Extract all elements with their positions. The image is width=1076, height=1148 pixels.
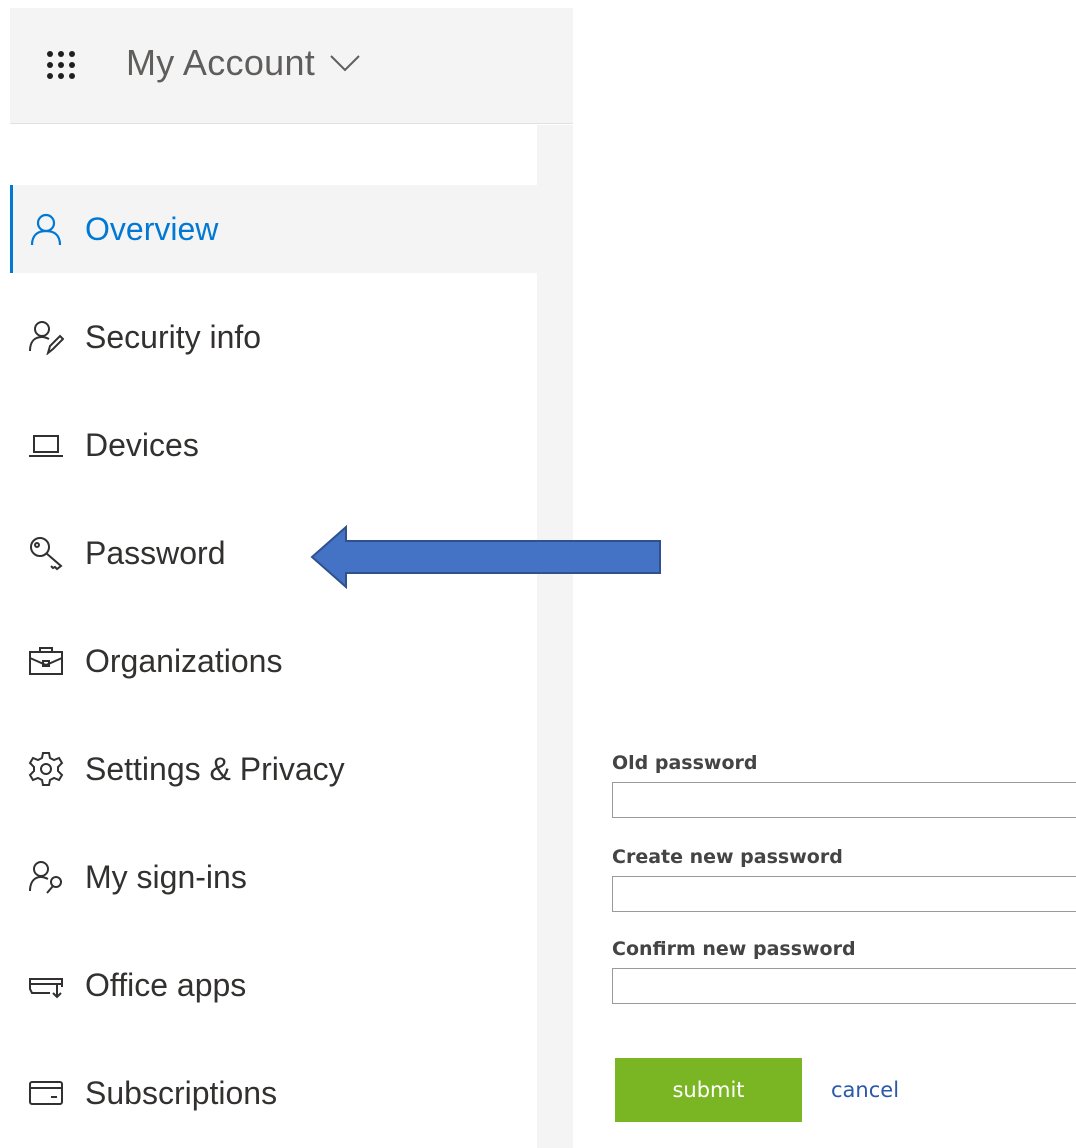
- new-password-input[interactable]: [612, 876, 1076, 912]
- sidebar-item-devices[interactable]: Devices: [10, 401, 537, 489]
- gear-icon: [28, 751, 64, 787]
- laptop-icon: [28, 427, 64, 463]
- app-header: My Account: [10, 8, 573, 124]
- waffle-icon[interactable]: [46, 50, 76, 80]
- sidebar-item-label: Password: [85, 534, 226, 571]
- left-arrow-icon: [310, 525, 666, 589]
- card-icon: [28, 1075, 64, 1111]
- old-password-label: Old password: [612, 752, 758, 774]
- old-password-input[interactable]: [612, 782, 1076, 818]
- sidebar-item-overview[interactable]: Overview: [10, 185, 537, 273]
- sidebar-item-label: Settings & Privacy: [85, 750, 345, 787]
- sidebar-item-label: Organizations: [85, 642, 283, 679]
- sidebar-item-office-apps[interactable]: Office apps: [10, 941, 537, 1029]
- confirm-password-label: Confirm new password: [612, 938, 856, 960]
- person-icon: [28, 211, 64, 247]
- submit-button[interactable]: submit: [615, 1058, 802, 1122]
- sidebar-item-security-info[interactable]: Security info: [10, 293, 537, 381]
- sidebar-item-label: Office apps: [85, 966, 247, 1003]
- sidebar-item-subscriptions[interactable]: Subscriptions: [10, 1049, 537, 1137]
- app-title: My Account: [126, 42, 316, 83]
- cancel-link[interactable]: cancel: [831, 1078, 899, 1102]
- new-password-label: Create new password: [612, 846, 843, 868]
- office-download-icon: [28, 967, 64, 1003]
- sidebar-nav: Overview Security info Devices Password …: [10, 125, 537, 1148]
- sidebar-item-label: Security info: [85, 318, 262, 355]
- sidebar-item-settings-privacy[interactable]: Settings & Privacy: [10, 725, 537, 813]
- person-key-icon: [28, 859, 64, 895]
- key-icon: [28, 535, 64, 571]
- person-pen-icon: [28, 319, 64, 355]
- confirm-password-input[interactable]: [612, 968, 1076, 1004]
- sidebar-item-label: Devices: [85, 426, 199, 463]
- briefcase-icon: [28, 643, 64, 679]
- chevron-down-icon: [329, 53, 361, 73]
- sidebar-item-my-sign-ins[interactable]: My sign-ins: [10, 833, 537, 921]
- my-account-menu[interactable]: My Account: [126, 42, 361, 84]
- sidebar-item-label: My sign-ins: [85, 858, 247, 895]
- sidebar-divider: [537, 125, 573, 1148]
- sidebar-item-label: Subscriptions: [85, 1074, 278, 1111]
- sidebar-item-label: Overview: [85, 210, 219, 247]
- sidebar-item-organizations[interactable]: Organizations: [10, 617, 537, 705]
